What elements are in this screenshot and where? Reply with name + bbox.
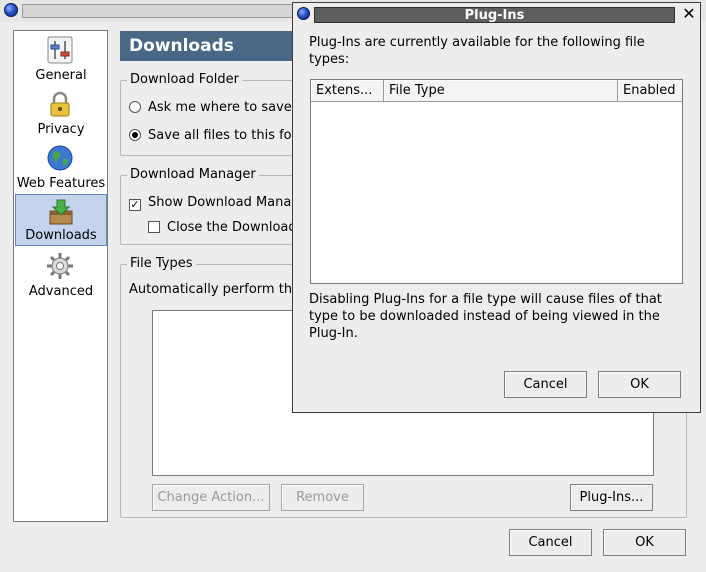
dialog-note: Disabling Plug-Ins for a file type will … xyxy=(309,292,662,341)
close-icon[interactable]: ✕ xyxy=(681,5,697,23)
cancel-button[interactable]: Cancel xyxy=(509,529,592,556)
dialog-titlebar[interactable]: Plug-Ins ✕ xyxy=(293,3,700,25)
column-header-file-type[interactable]: File Type xyxy=(384,80,618,102)
download-manager-legend: Download Manager xyxy=(127,167,259,182)
plug-ins-button[interactable]: Plug-Ins... xyxy=(570,484,653,511)
save-all-radio[interactable]: Save all files to this fo xyxy=(129,128,292,143)
preferences-sidebar: General Privacy Web Features Downloads A… xyxy=(13,30,108,522)
radio-indicator[interactable] xyxy=(129,101,141,113)
sidebar-item-downloads[interactable]: Downloads xyxy=(15,194,107,246)
sidebar-item-label: Advanced xyxy=(28,284,94,299)
page-title: Downloads xyxy=(120,31,320,61)
remove-button[interactable]: Remove xyxy=(281,484,364,511)
sidebar-item-web-features[interactable]: Web Features xyxy=(15,141,107,193)
download-folder-group: Download Folder Ask me where to save Sav… xyxy=(120,72,320,156)
radio-indicator-selected[interactable] xyxy=(129,129,141,141)
show-download-manager-checkbox[interactable]: ✓ Show Download Mana xyxy=(129,195,291,211)
sidebar-item-privacy[interactable]: Privacy xyxy=(15,87,107,139)
sidebar-item-label: Web Features xyxy=(16,176,106,191)
sidebar-item-label: Downloads xyxy=(25,228,97,243)
sidebar-item-general[interactable]: General xyxy=(15,33,107,85)
sliders-icon xyxy=(47,36,73,64)
file-types-legend: File Types xyxy=(127,256,196,271)
padlock-icon xyxy=(50,91,70,117)
download-box-icon xyxy=(49,199,73,225)
download-manager-group: Download Manager ✓ Show Download Mana Clo… xyxy=(120,167,320,245)
column-header-enabled[interactable]: Enabled xyxy=(618,80,682,102)
sidebar-item-label: General xyxy=(35,68,87,83)
main-window-title-strip xyxy=(22,4,302,18)
change-action-button[interactable]: Change Action... xyxy=(152,484,270,511)
globe-icon xyxy=(47,145,73,171)
sidebar-item-advanced[interactable]: Advanced xyxy=(15,249,107,301)
ask-where-radio[interactable]: Ask me where to save xyxy=(129,100,292,115)
dialog-globe-icon xyxy=(297,7,310,20)
dialog-title: Plug-Ins xyxy=(314,7,675,23)
plug-ins-dialog: Plug-Ins ✕ Plug-Ins are currently availa… xyxy=(292,2,701,413)
sidebar-item-label: Privacy xyxy=(37,122,85,137)
app-globe-icon xyxy=(4,3,18,17)
checkbox-unchecked[interactable] xyxy=(148,221,160,233)
close-download-manager-checkbox[interactable]: Close the Download xyxy=(148,220,297,235)
gear-icon xyxy=(47,253,73,279)
dialog-cancel-button[interactable]: Cancel xyxy=(504,371,587,398)
download-folder-legend: Download Folder xyxy=(127,72,242,87)
plug-ins-table[interactable]: Extens... File Type Enabled xyxy=(310,79,683,284)
column-header-extension[interactable]: Extens... xyxy=(311,80,384,102)
dialog-intro: Plug-Ins are currently available for the… xyxy=(309,35,645,67)
file-types-description: Automatically perform th xyxy=(129,282,293,297)
ok-button[interactable]: OK xyxy=(603,529,686,556)
checkbox-checked[interactable]: ✓ xyxy=(129,199,141,211)
dialog-ok-button[interactable]: OK xyxy=(598,371,681,398)
